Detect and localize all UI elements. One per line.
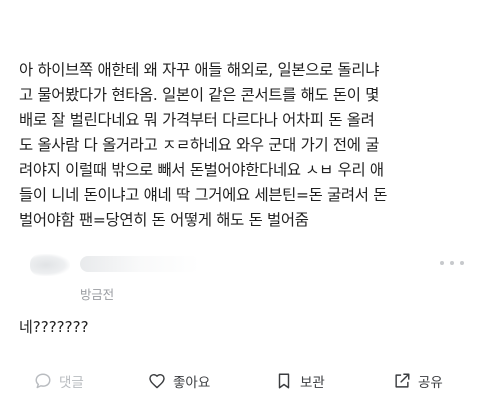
avatar[interactable] — [30, 254, 70, 276]
save-button[interactable]: 보관 — [275, 363, 325, 399]
share-label: 공유 — [418, 375, 443, 391]
reply-author-name[interactable] — [80, 256, 200, 272]
post-line: 고 물어봤다가 현타옴. 일본이 같은 콘서트를 해도 돈이 몇 — [19, 86, 380, 104]
reply-header — [0, 248, 480, 308]
comment-icon — [34, 372, 52, 390]
post-line: 려야지 이럴때 밖으로 빼서 돈벌어야한다네요 ㅅㅂ 우리 애 — [19, 161, 384, 179]
post-line: 도 올사람 다 올거라고 ㅈㄹ하네요 와우 군대 가기 전에 굴 — [19, 136, 380, 154]
reply-timestamp: 방금전 — [80, 287, 114, 302]
post-line: 아 하이브쪽 애한테 왜 자꾸 애들 해외로, 일본으로 돌리냐 — [19, 61, 380, 79]
post-body: 아 하이브쪽 애한테 왜 자꾸 애들 해외로, 일본으로 돌리냐 고 물어봤다가… — [19, 58, 471, 233]
action-bar: 댓글 좋아요 보관 공유 — [0, 363, 480, 403]
share-button[interactable]: 공유 — [393, 363, 443, 399]
save-label: 보관 — [300, 375, 325, 391]
reply-text: 네??????? — [19, 318, 89, 336]
share-icon — [393, 372, 411, 390]
heart-icon — [148, 372, 166, 390]
comment-label: 댓글 — [59, 375, 84, 391]
more-options-icon[interactable] — [440, 258, 464, 268]
like-button[interactable]: 좋아요 — [148, 363, 210, 399]
comment-button[interactable]: 댓글 — [34, 363, 84, 399]
post-line: 벌어야함 팬=당연히 돈 어떻게 해도 돈 벌어줌 — [19, 211, 309, 229]
bookmark-icon — [275, 372, 293, 390]
like-label: 좋아요 — [173, 375, 211, 391]
post-line: 배로 잘 벌린다네요 뭐 가격부터 다르다나 어차피 돈 올려 — [19, 111, 375, 129]
post-line: 들이 니네 돈이냐고 얘네 딱 그거에요 세븐틴=돈 굴려서 돈 — [19, 186, 388, 204]
